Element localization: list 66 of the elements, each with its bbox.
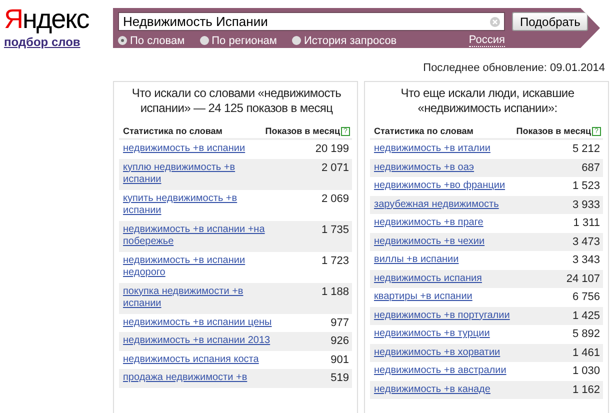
impressions-count: 24 107 bbox=[566, 272, 600, 285]
keyword-link[interactable]: недвижимость +в португалии bbox=[374, 310, 524, 322]
panel-title: Что еще искали люди, искавшие «недвижимость испании»: bbox=[400, 85, 576, 117]
keyword-link[interactable]: квартиры +в испании bbox=[374, 291, 524, 304]
keyword-link[interactable]: недвижимость +в испании +на побережье bbox=[123, 224, 273, 248]
impressions-count: 519 bbox=[330, 372, 349, 384]
radio-button[interactable] bbox=[118, 36, 127, 45]
radio-button[interactable] bbox=[200, 36, 209, 45]
keyword-link[interactable]: куплю недвижимость +в испании bbox=[123, 162, 273, 186]
keyword-link[interactable]: недвижимость +в испании недорого bbox=[123, 254, 273, 280]
keyword-link[interactable]: зарубежная недвижимость bbox=[374, 198, 524, 211]
impressions-count: 6 756 bbox=[572, 291, 600, 304]
impressions-count: 977 bbox=[330, 316, 349, 329]
search-button[interactable]: Подобрать bbox=[512, 12, 588, 31]
search-mode-option[interactable]: По регионам bbox=[200, 34, 277, 46]
keyword-link[interactable]: недвижимость +в праге bbox=[374, 217, 524, 230]
keyword-link[interactable]: недвижимость +в испании цены bbox=[123, 316, 273, 329]
column-header: Показов в месяц bbox=[516, 126, 591, 136]
keyword-link[interactable]: недвижимость испания коста bbox=[123, 354, 273, 366]
radio-button[interactable] bbox=[292, 36, 301, 45]
yandex-logo: Яндекс bbox=[4, 6, 89, 32]
keyword-link[interactable]: купить недвижимость +в испании bbox=[123, 192, 273, 218]
impressions-count: 1 523 bbox=[572, 180, 600, 192]
impressions-count: 1 735 bbox=[321, 224, 349, 236]
impressions-count: 1 461 bbox=[572, 346, 600, 359]
keyword-link[interactable]: недвижимость +в турции bbox=[374, 328, 524, 340]
impressions-count: 687 bbox=[582, 162, 600, 174]
keyword-link[interactable]: недвижимость +в австралии bbox=[374, 365, 524, 378]
impressions-count: 5 212 bbox=[572, 143, 600, 156]
search-field[interactable]: Недвижимость Испании bbox=[118, 12, 505, 31]
impressions-count: 5 892 bbox=[572, 328, 600, 340]
impressions-count: 1 188 bbox=[321, 286, 349, 298]
keyword-link[interactable]: виллы +в испании bbox=[374, 254, 524, 266]
search-mode-option[interactable]: По словам bbox=[118, 34, 185, 46]
impressions-count: 3 473 bbox=[572, 236, 600, 248]
impressions-count: 1 723 bbox=[321, 254, 349, 267]
column-header: Статистика по словам bbox=[374, 126, 474, 136]
keyword-link[interactable]: недвижимость +в испании bbox=[123, 143, 273, 156]
keyword-link[interactable]: покупка недвижимости +в испании bbox=[123, 286, 273, 310]
column-header: Показов в месяц bbox=[265, 126, 340, 136]
keyword-link[interactable]: продажа недвижимости +в bbox=[123, 372, 273, 384]
impressions-count: 926 bbox=[330, 335, 349, 348]
keyword-link[interactable]: недвижимость +в испании 2013 bbox=[123, 335, 273, 348]
impressions-count: 3 933 bbox=[572, 198, 600, 211]
keyword-link[interactable]: недвижимость испания bbox=[374, 272, 524, 285]
impressions-count: 20 199 bbox=[315, 143, 349, 156]
service-link[interactable]: подбор слов bbox=[4, 35, 80, 49]
impressions-count: 1 425 bbox=[572, 310, 600, 322]
last-update-text: Последнее обновление: 09.01.2014 bbox=[423, 62, 605, 74]
impressions-count: 1 030 bbox=[572, 365, 600, 378]
search-mode-option[interactable]: История запросов bbox=[292, 34, 397, 46]
impressions-count: 901 bbox=[330, 354, 349, 366]
region-link[interactable]: Россия bbox=[468, 34, 505, 47]
keyword-link[interactable]: недвижимость +во франции bbox=[374, 180, 524, 192]
keyword-link[interactable]: недвижимость +в оаэ bbox=[374, 162, 524, 174]
keyword-link[interactable]: недвижимость +в италии bbox=[374, 143, 524, 156]
keyword-link[interactable]: недвижимость +в чехии bbox=[374, 236, 524, 248]
impressions-count: 2 069 bbox=[321, 192, 349, 205]
impressions-count: 1 162 bbox=[572, 384, 600, 396]
impressions-count: 3 343 bbox=[572, 254, 600, 266]
panel-title: Что искали со словами «недвижимость испании» — 24 125 показов в месяц bbox=[130, 85, 342, 117]
impressions-count: 2 071 bbox=[321, 162, 349, 174]
column-header: Статистика по словам bbox=[123, 126, 222, 136]
impressions-count: 1 311 bbox=[573, 217, 600, 230]
keyword-link[interactable]: недвижимость +в хорватии bbox=[374, 346, 524, 359]
keyword-link[interactable]: недвижимость +в канаде bbox=[374, 384, 524, 396]
